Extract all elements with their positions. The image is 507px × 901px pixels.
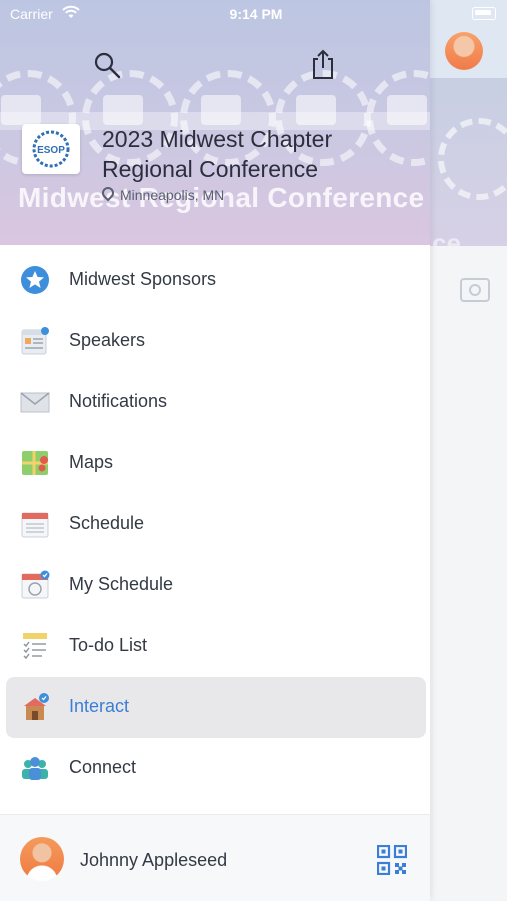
search-icon[interactable] [92, 50, 122, 80]
location: Minneapolis, MN [99, 184, 225, 203]
clock: 9:14 PM [229, 6, 283, 22]
menu-item-label: My Schedule [69, 574, 174, 594]
carrier-label: Carrier [10, 6, 53, 22]
wifi-icon [62, 5, 80, 18]
menu-item-midwest-sponsors[interactable]: Midwest Sponsors [0, 250, 430, 311]
envelope-icon [20, 392, 50, 413]
menu-item-label: Speakers [69, 330, 146, 350]
menu-item-label: To-do List [69, 635, 148, 655]
menu-item-connect[interactable]: Connect [0, 738, 430, 799]
map-icon [22, 451, 48, 475]
profile-avatar[interactable] [445, 32, 483, 70]
drawer-footer: Johnny Appleseed [0, 814, 430, 901]
checklist-icon [23, 633, 47, 660]
calendar-icon [21, 512, 49, 538]
menu-item-label: Interact [69, 696, 130, 716]
menu-item-maps[interactable]: Maps [0, 433, 430, 494]
camera-icon[interactable] [460, 278, 490, 302]
menu-item-interact[interactable]: Interact [6, 677, 426, 738]
navigation-drawer: ESOP 2023 Midwest Chapter Regional Confe… [0, 0, 430, 901]
location-pin-icon [99, 184, 117, 202]
interact-icon [24, 693, 49, 720]
status-bar: Carrier 9:14 PM [0, 0, 507, 28]
logo-text: ESOP [37, 145, 65, 156]
menu-item-todo-list[interactable]: To-do List [0, 616, 430, 677]
location-text: Minneapolis, MN [120, 187, 225, 203]
esop-logo: ESOP [22, 124, 80, 174]
menu-item-label: Midwest Sponsors [69, 269, 217, 289]
drawer-header: ESOP 2023 Midwest Chapter Regional Confe… [0, 0, 430, 245]
conference-title: 2023 Midwest Chapter Regional Conference [102, 126, 333, 182]
drawer-menu: Midwest Sponsors Speakers Notifications [0, 250, 430, 799]
menu-item-speakers[interactable]: Speakers [0, 311, 430, 372]
star-badge-icon [21, 266, 49, 294]
share-icon[interactable] [308, 48, 338, 80]
menu-item-schedule[interactable]: Schedule [0, 494, 430, 555]
qr-code-icon[interactable] [377, 845, 407, 875]
people-icon [22, 757, 48, 780]
user-avatar[interactable] [20, 837, 64, 881]
menu-item-label: Schedule [69, 513, 145, 533]
main-banner: ce [430, 78, 507, 246]
main-content-peek: ce [430, 0, 507, 900]
user-name[interactable]: Johnny Appleseed [80, 850, 227, 871]
menu-item-notifications[interactable]: Notifications [0, 372, 430, 433]
menu-item-label: Connect [69, 757, 137, 777]
calendar-check-icon [21, 570, 50, 599]
menu-item-my-schedule[interactable]: My Schedule [0, 555, 430, 616]
menu-item-label: Maps [69, 452, 114, 472]
speakers-card-icon [21, 327, 49, 355]
seal-watermark [438, 118, 507, 200]
battery-icon [472, 7, 496, 20]
menu-item-label: Notifications [69, 391, 168, 411]
banner-text-fragment: ce [432, 228, 461, 246]
